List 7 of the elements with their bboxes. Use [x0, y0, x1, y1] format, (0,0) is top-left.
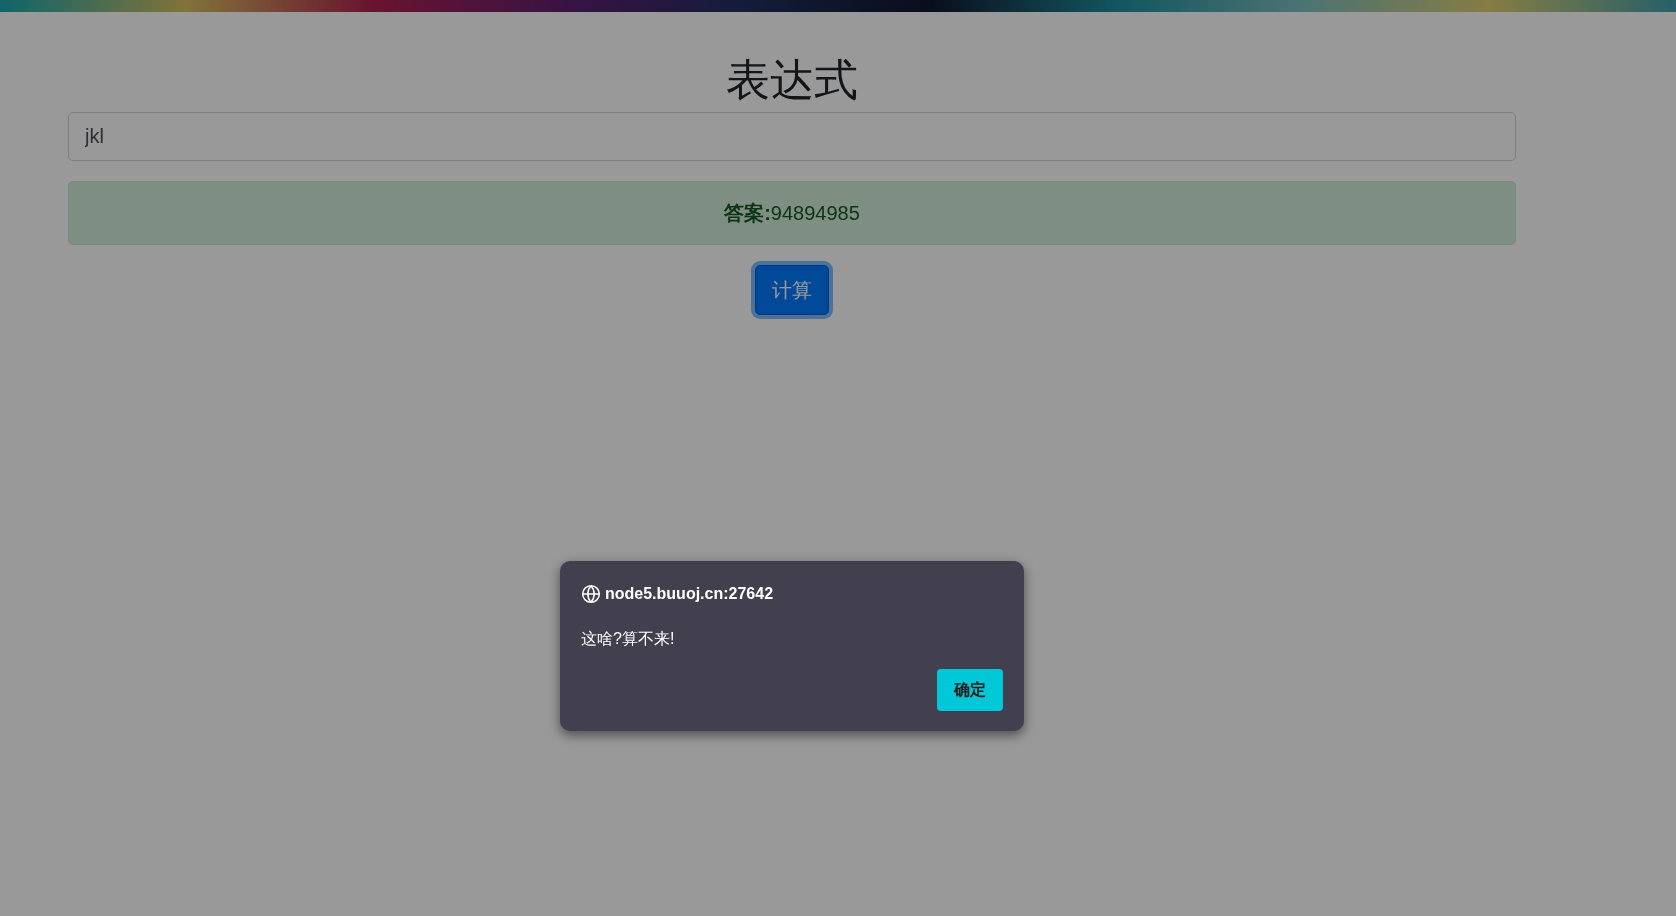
globe-icon — [581, 584, 601, 604]
answer-alert: 答案:94894985 — [68, 181, 1516, 245]
page-title: 表达式 — [726, 54, 858, 106]
dialog-origin: node5.buuoj.cn:27642 — [605, 584, 774, 604]
expression-field[interactable]: jkl — [68, 112, 1516, 161]
confirm-button[interactable]: 确定 — [937, 669, 1003, 711]
dialog-message: 这啥?算不来! — [581, 629, 676, 649]
